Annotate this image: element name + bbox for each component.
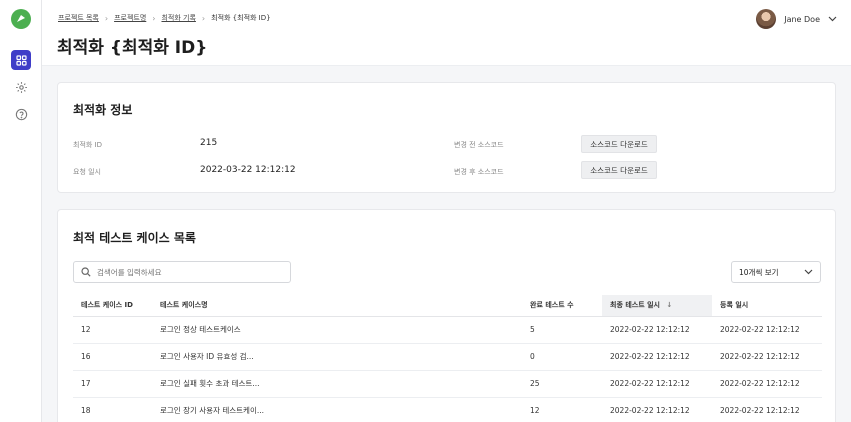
cell-registered: 2022-02-22 12:12:12 — [712, 370, 822, 398]
cell-completed: 5 — [522, 316, 602, 344]
breadcrumb-link-project[interactable]: 프로젝트명 — [114, 13, 146, 23]
cell-registered: 2022-02-22 12:12:12 — [712, 343, 822, 371]
cell-completed: 0 — [522, 343, 602, 371]
top-bar: 프로젝트 목록 › 프로젝트명 › 최적화 기록 › 최적화 {최적화 ID} … — [42, 0, 851, 66]
user-menu[interactable]: Jane Doe — [756, 9, 837, 29]
chevron-down-icon[interactable] — [828, 16, 837, 22]
page-size-value: 10개씩 보기 — [739, 267, 779, 277]
chevron-down-icon — [804, 269, 813, 275]
cell-id: 12 — [73, 316, 152, 344]
chevron-right-icon: › — [104, 13, 109, 23]
table-row[interactable]: 12 로그인 정상 테스트케이스 5 2022-02-22 12:12:12 2… — [73, 316, 822, 344]
cell-id: 18 — [73, 397, 152, 422]
cell-last-test: 2022-02-22 12:12:12 — [602, 397, 712, 422]
sort-desc-icon: ↓ — [666, 301, 673, 310]
search-icon — [81, 267, 91, 277]
breadcrumb-link-history[interactable]: 최적화 기록 — [161, 13, 195, 23]
logo-icon[interactable] — [11, 9, 31, 29]
source-before-label: 변경 전 소스코드 — [454, 141, 504, 149]
page-title: 최적화 {최적화 ID} — [57, 38, 208, 58]
request-date-value: 2022-03-22 12:12:12 — [200, 165, 296, 175]
avatar[interactable] — [756, 9, 777, 29]
request-date-label: 요청 일시 — [73, 168, 101, 176]
cell-last-test: 2022-02-22 12:12:12 — [602, 343, 712, 371]
chevron-right-icon: › — [152, 13, 156, 23]
column-header-name[interactable]: 테스트 케이스명 — [152, 295, 522, 317]
download-before-button[interactable]: 소스코드 다운로드 — [581, 135, 657, 153]
breadcrumb: 프로젝트 목록 › 프로젝트명 › 최적화 기록 › 최적화 {최적화 ID} — [58, 13, 271, 23]
side-rail — [0, 0, 42, 422]
optimization-id-value: 215 — [200, 138, 218, 148]
cell-last-test: 2022-02-22 12:12:12 — [602, 370, 712, 398]
search-box[interactable] — [73, 261, 291, 283]
settings-icon[interactable] — [11, 77, 31, 97]
cell-registered: 2022-02-22 12:12:12 — [712, 316, 822, 344]
table-row[interactable]: 18 로그인 장기 사용자 테스트케이... 12 2022-02-22 12:… — [73, 397, 822, 422]
cell-name[interactable]: 로그인 정상 테스트케이스 — [152, 316, 522, 344]
breadcrumb-link-projects[interactable]: 프로젝트 목록 — [58, 13, 99, 23]
test-cases-title: 최적 테스트 케이스 목록 — [73, 231, 196, 245]
column-header-last-test-label: 최종 테스트 일시 — [610, 301, 660, 310]
cell-name[interactable]: 로그인 실패 횟수 초과 테스트... — [152, 370, 522, 398]
table-row[interactable]: 16 로그인 사용자 ID 유효성 검... 0 2022-02-22 12:1… — [73, 343, 822, 371]
chevron-right-icon: › — [201, 13, 206, 23]
dashboard-icon[interactable] — [11, 50, 31, 70]
cell-completed: 12 — [522, 397, 602, 422]
cell-last-test: 2022-02-22 12:12:12 — [602, 316, 712, 344]
user-name[interactable]: Jane Doe — [784, 15, 820, 24]
column-header-registered[interactable]: 등록 일시 — [712, 295, 822, 317]
page-size-select[interactable]: 10개씩 보기 — [731, 261, 821, 283]
info-card-title: 최적화 정보 — [73, 103, 133, 117]
column-header-completed[interactable]: 완료 테스트 수 — [522, 295, 602, 317]
cell-id: 16 — [73, 343, 152, 371]
cell-name[interactable]: 로그인 사용자 ID 유효성 검... — [152, 343, 522, 371]
breadcrumb-current: 최적화 {최적화 ID} — [211, 14, 271, 22]
test-cases-card: 최적 테스트 케이스 목록 10개씩 보기 테스트 케이스 ID 테스트 케이스… — [57, 209, 836, 422]
test-cases-table: 테스트 케이스 ID 테스트 케이스명 완료 테스트 수 최종 테스트 일시 ↓… — [73, 295, 822, 422]
help-icon[interactable] — [11, 104, 31, 124]
cell-name[interactable]: 로그인 장기 사용자 테스트케이... — [152, 397, 522, 422]
download-after-button[interactable]: 소스코드 다운로드 — [581, 161, 657, 179]
search-input[interactable] — [97, 267, 277, 277]
table-header-row: 테스트 케이스 ID 테스트 케이스명 완료 테스트 수 최종 테스트 일시 ↓… — [73, 295, 822, 317]
optimization-id-label: 최적화 ID — [73, 141, 102, 149]
table-row[interactable]: 17 로그인 실패 횟수 초과 테스트... 25 2022-02-22 12:… — [73, 370, 822, 398]
column-header-id[interactable]: 테스트 케이스 ID — [73, 295, 152, 317]
cell-completed: 25 — [522, 370, 602, 398]
column-header-last-test[interactable]: 최종 테스트 일시 ↓ — [602, 295, 712, 317]
optimization-info-card: 최적화 정보 최적화 ID 215 요청 일시 2022-03-22 12:12… — [57, 82, 836, 193]
cell-id: 17 — [73, 370, 152, 398]
source-after-label: 변경 후 소스코드 — [454, 168, 504, 176]
cell-registered: 2022-02-22 12:12:12 — [712, 397, 822, 422]
